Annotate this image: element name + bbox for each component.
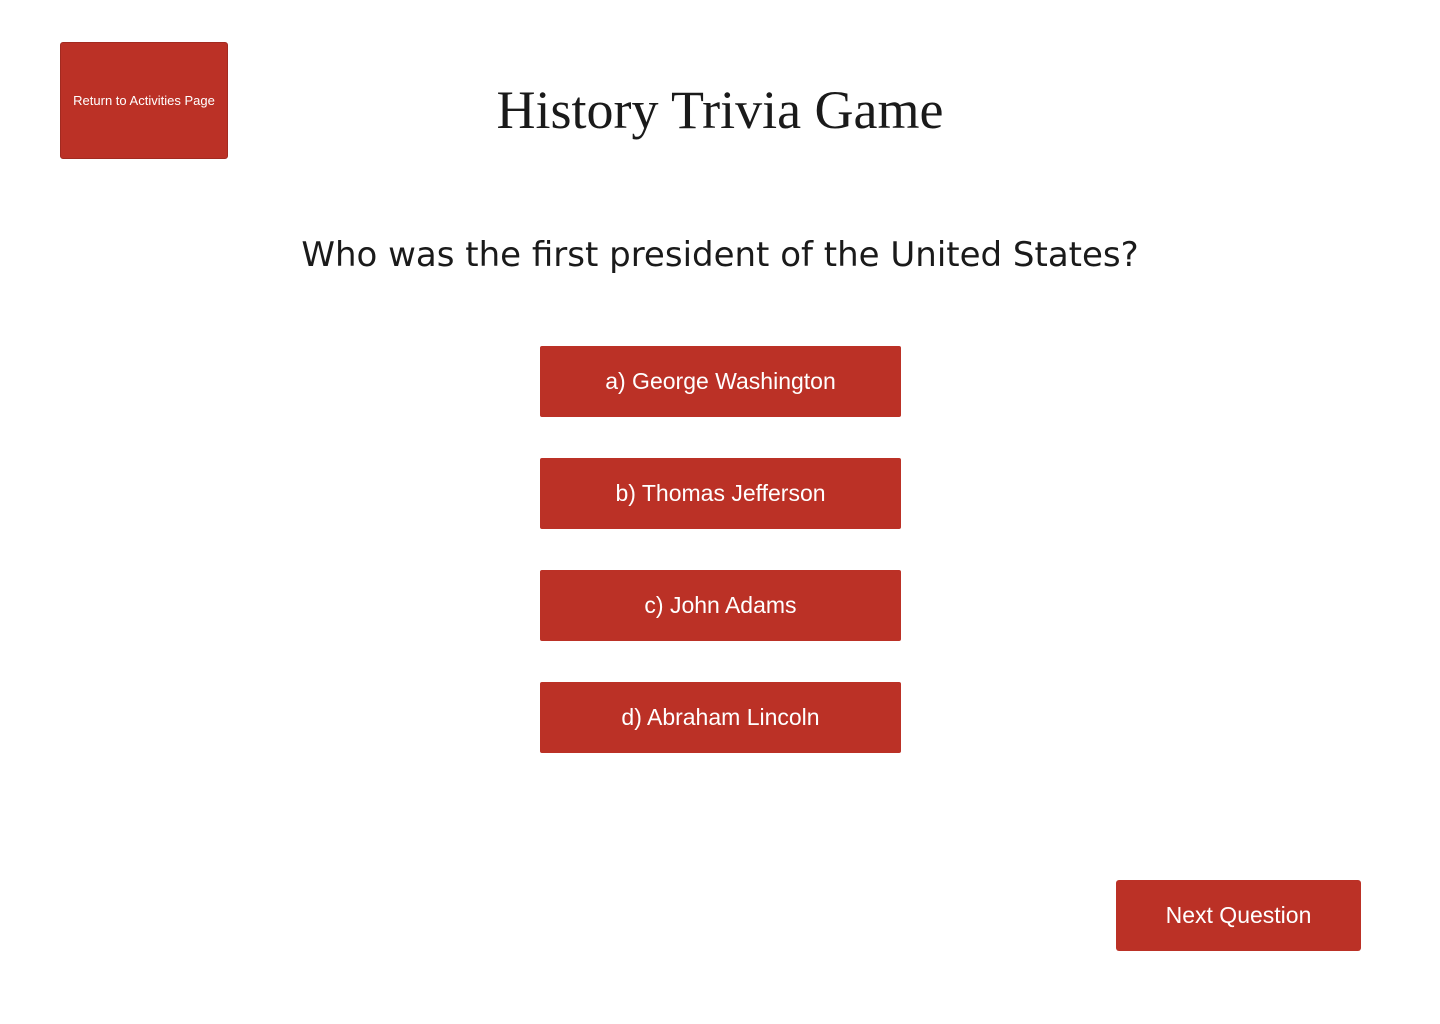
page-title: History Trivia Game [496, 80, 944, 140]
answer-option-c[interactable]: c) John Adams [540, 570, 901, 641]
answer-list: a) George Washington b) Thomas Jefferson… [540, 346, 901, 794]
answer-option-d[interactable]: d) Abraham Lincoln [540, 682, 901, 753]
answer-option-b[interactable]: b) Thomas Jefferson [540, 458, 901, 529]
answer-option-a[interactable]: a) George Washington [540, 346, 901, 417]
question-text: Who was the first president of the Unite… [301, 235, 1139, 275]
next-question-button[interactable]: Next Question [1116, 880, 1361, 951]
